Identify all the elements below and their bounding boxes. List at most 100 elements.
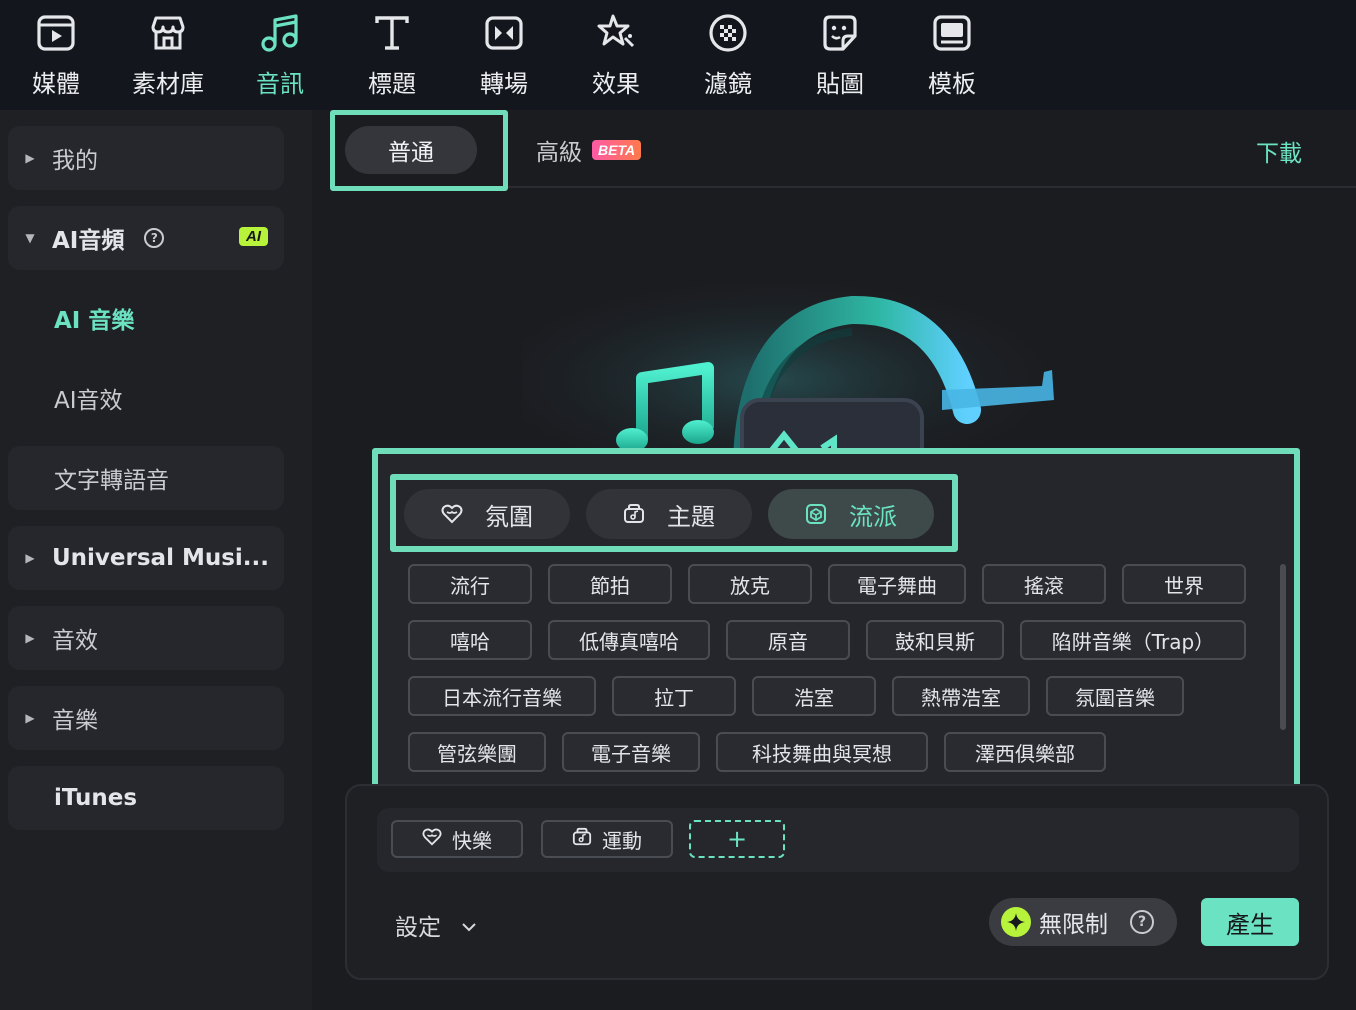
main-panel: 普通 高級 BETA 下載 氛圍 主題 流派 流行 節拍 放克 電子舞曲 搖滾 … (322, 110, 1356, 1010)
sidebar-item-ai-audio[interactable]: ▼ AI音頻 ? AI (8, 206, 284, 270)
genre-chip[interactable]: 熱帶浩室 (892, 676, 1030, 716)
tool-filters[interactable]: 濾鏡 (672, 10, 784, 102)
media-icon (33, 10, 79, 56)
genre-chip[interactable]: 拉丁 (612, 676, 736, 716)
genre-chip[interactable]: 放克 (688, 564, 812, 604)
genre-chip[interactable]: 世界 (1122, 564, 1246, 604)
genre-chip[interactable]: 氛圍音樂 (1046, 676, 1184, 716)
ai-music-illustration (522, 260, 1082, 460)
sidebar-item-label: Universal Musi... (52, 545, 270, 571)
filter-icon (705, 10, 751, 56)
top-toolbar: 媒體 素材庫 音訊 標題 轉場 效果 濾鏡 貼圖 模板 (0, 0, 1356, 110)
beta-badge: BETA (592, 140, 642, 160)
tool-label: 模板 (928, 70, 976, 98)
sidebar-item-label: 音效 (52, 628, 98, 654)
caret-right-icon: ▶ (25, 631, 35, 645)
sidebar-item-music[interactable]: ▶ 音樂 (8, 686, 284, 750)
chevron-down-icon (461, 912, 477, 938)
genre-chip[interactable]: 澤西俱樂部 (944, 732, 1106, 772)
tag-scrollbar[interactable] (1280, 564, 1286, 730)
title-t-icon (369, 10, 415, 56)
sidebar-item-sound-effects[interactable]: ▶ 音效 (8, 606, 284, 670)
tag-picker-panel: 氛圍 主題 流派 流行 節拍 放克 電子舞曲 搖滾 世界 嘻哈 低傳真嘻哈 原音… (372, 448, 1300, 794)
download-link[interactable]: 下載 (1256, 134, 1302, 168)
tab-advanced-label: 高級 (536, 140, 582, 166)
tool-label: 標題 (368, 70, 416, 98)
transition-icon (481, 10, 527, 56)
selected-tags-row: 快樂 運動 + (377, 808, 1299, 872)
store-icon (145, 10, 191, 56)
category-label: 流派 (849, 502, 897, 531)
tabs-divider (330, 186, 1356, 188)
tool-effects[interactable]: 效果 (560, 10, 672, 102)
sidebar-item-itunes[interactable]: iTunes (8, 766, 284, 830)
unlimited-label: 無限制 (1039, 912, 1108, 938)
category-theme-button[interactable]: 主題 (586, 489, 752, 539)
sidebar-item-label: 我的 (52, 148, 98, 174)
highlight-box-categories: 氛圍 主題 流派 (390, 474, 958, 552)
help-icon[interactable]: ? (1130, 910, 1154, 934)
tool-stock[interactable]: 素材庫 (112, 10, 224, 102)
genre-chip[interactable]: 管弦樂團 (408, 732, 546, 772)
settings-dropdown[interactable]: 設定 (395, 908, 477, 942)
sidebar-item-label: 文字轉語音 (54, 468, 169, 494)
sidebar-item-tts[interactable]: 文字轉語音 (8, 446, 284, 510)
genre-chip[interactable]: 浩室 (752, 676, 876, 716)
genre-chip[interactable]: 嘻哈 (408, 620, 532, 660)
sidebar-item-ai-sfx[interactable]: AI音效 (54, 378, 123, 418)
theme-icon (623, 503, 645, 525)
theme-icon (572, 827, 592, 852)
tool-stickers[interactable]: 貼圖 (784, 10, 896, 102)
sidebar-item-ai-music[interactable]: AI 音樂 (54, 298, 134, 338)
selected-tag-label: 運動 (602, 828, 642, 853)
caret-down-icon: ▼ (25, 231, 35, 245)
add-tag-button[interactable]: + (689, 820, 785, 858)
tool-titles[interactable]: 標題 (336, 10, 448, 102)
category-genre-button[interactable]: 流派 (768, 489, 934, 539)
genre-chip[interactable]: 節拍 (548, 564, 672, 604)
selected-tag-chip[interactable]: 快樂 (391, 820, 523, 858)
help-icon[interactable]: ? (144, 228, 165, 248)
generate-button[interactable]: 產生 (1201, 898, 1299, 946)
tool-label: 音訊 (256, 70, 304, 98)
genre-chip[interactable]: 原音 (726, 620, 850, 660)
sidebar-item-mine[interactable]: ▶ 我的 (8, 126, 284, 190)
template-icon (929, 10, 975, 56)
tab-advanced[interactable]: 高級 BETA (536, 132, 642, 168)
tool-media[interactable]: 媒體 (0, 10, 112, 102)
sidebar: ▶ 我的 ▼ AI音頻 ? AI AI 音樂 AI音效 文字轉語音 ▶ Univ… (0, 110, 312, 1010)
genre-chip[interactable]: 電子舞曲 (828, 564, 966, 604)
caret-right-icon: ▶ (25, 151, 35, 165)
tool-label: 濾鏡 (704, 70, 752, 98)
genre-chip[interactable]: 科技舞曲與冥想 (716, 732, 928, 772)
genre-chip[interactable]: 低傳真嘻哈 (548, 620, 710, 660)
tool-label: 貼圖 (816, 70, 864, 98)
genre-cube-icon (805, 503, 827, 525)
tab-normal[interactable]: 普通 (345, 126, 477, 174)
music-note-icon (257, 10, 303, 56)
tool-transitions[interactable]: 轉場 (448, 10, 560, 102)
selected-tag-chip[interactable]: 運動 (541, 820, 673, 858)
caret-right-icon: ▶ (25, 551, 35, 565)
genre-chip[interactable]: 流行 (408, 564, 532, 604)
genre-chip[interactable]: 搖滾 (982, 564, 1106, 604)
sidebar-item-universal[interactable]: ▶ Universal Musi... (8, 526, 284, 590)
category-mood-button[interactable]: 氛圍 (404, 489, 570, 539)
prompt-card: 快樂 運動 + 設定 無限制 ? 產生 (345, 784, 1329, 980)
tool-templates[interactable]: 模板 (896, 10, 1008, 102)
category-label: 氛圍 (485, 502, 533, 531)
tool-label: 轉場 (480, 70, 528, 98)
category-label: 主題 (667, 502, 715, 531)
selected-tag-label: 快樂 (452, 828, 492, 853)
genre-chip[interactable]: 電子音樂 (562, 732, 700, 772)
tool-audio[interactable]: 音訊 (224, 10, 336, 102)
tool-label: 媒體 (32, 70, 80, 98)
heart-icon (441, 503, 463, 525)
sticker-icon (817, 10, 863, 56)
genre-chip[interactable]: 日本流行音樂 (408, 676, 596, 716)
caret-right-icon: ▶ (25, 711, 35, 725)
genre-chip[interactable]: 陷阱音樂（Trap） (1020, 620, 1246, 660)
settings-label: 設定 (395, 915, 441, 941)
sidebar-item-label: 音樂 (52, 708, 98, 734)
genre-chip[interactable]: 鼓和貝斯 (866, 620, 1004, 660)
